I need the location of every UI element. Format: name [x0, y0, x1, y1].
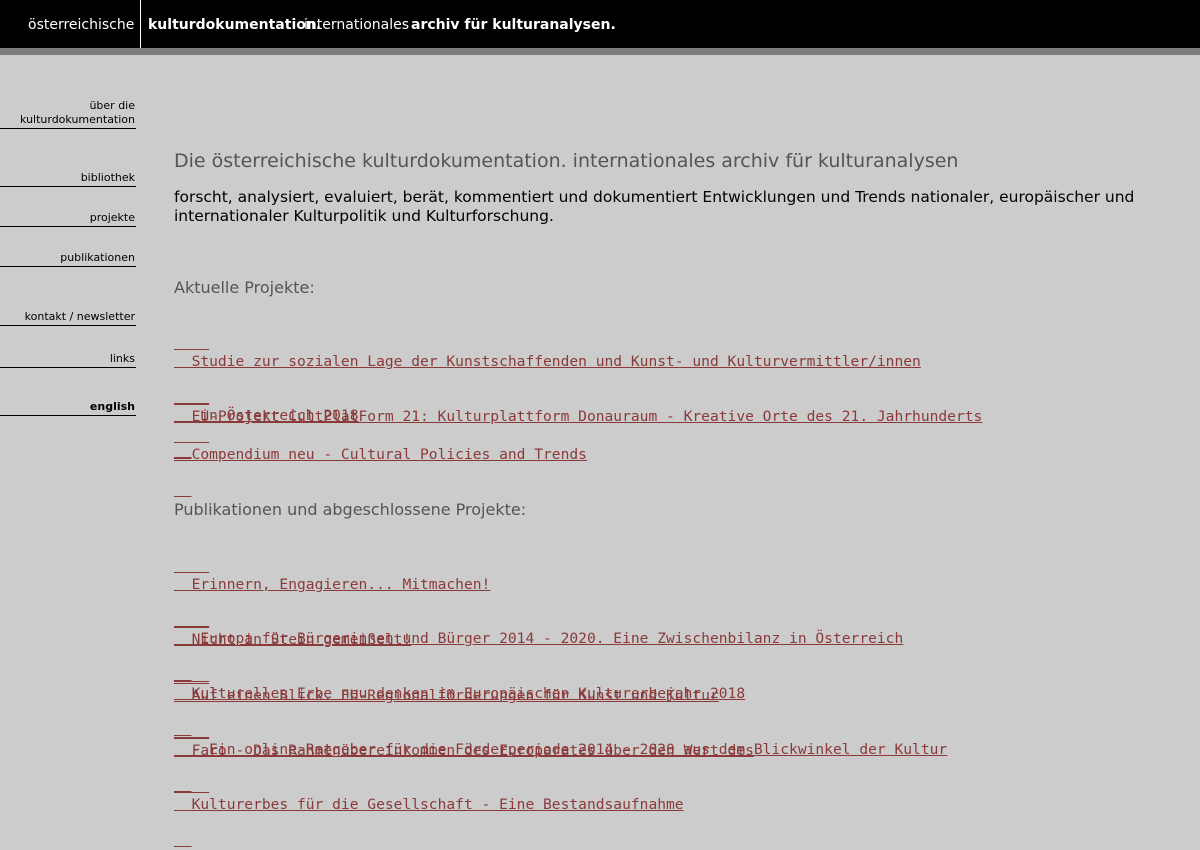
publication-link-faro-line2: Kulturerbes für die Gesellschaft - Eine …	[174, 796, 684, 813]
publication-link-faro[interactable]: Faro - Das Rahmenübereinkommen des Europ…	[174, 706, 754, 850]
publication-link-stein-line1: Nicht in Stein gemeißelt!	[174, 631, 412, 648]
nav-item-links[interactable]: links	[0, 352, 136, 368]
nav-links-label: links	[109, 352, 135, 365]
publication-link-faro-line1: Faro - Das Rahmenübereinkommen des Europ…	[174, 742, 754, 759]
current-projects-heading: Aktuelle Projekte:	[174, 278, 315, 297]
project-link-compendium[interactable]: Compendium neu - Cultural Policies and T…	[174, 410, 587, 500]
publication-link-erinnern-line1: Erinnern, Engagieren... Mitmachen!	[174, 576, 491, 593]
nav-item-english[interactable]: english	[0, 400, 136, 416]
publication-link-blick-line1: Auf einen Blick. EU-Regionalförderungen …	[174, 687, 719, 704]
header-divider	[140, 0, 141, 48]
header-brand-part-4[interactable]: archiv für kulturanalysen.	[411, 16, 616, 34]
project-link-compendium-line1: Compendium neu - Cultural Policies and T…	[174, 446, 587, 463]
header-brand-part-2[interactable]: kulturdokumentation.	[148, 16, 321, 34]
nav-item-publications[interactable]: publikationen	[0, 251, 136, 267]
nav-publications-label: publikationen	[60, 251, 135, 264]
nav-library-label: bibliothek	[80, 171, 135, 184]
header-brand-part-1[interactable]: österreichische	[28, 16, 134, 34]
header-stripe	[0, 48, 1200, 55]
publications-heading: Publikationen und abgeschlossene Projekt…	[174, 500, 527, 519]
nav-about-line1: über die	[89, 99, 135, 112]
nav-about-line2: kulturdokumentation	[20, 113, 135, 126]
nav-contact-label: kontakt / newsletter	[24, 310, 135, 323]
project-link-study-line1: Studie zur sozialen Lage der Kunstschaff…	[174, 353, 921, 370]
nav-projects-label: projekte	[89, 211, 135, 224]
nav-item-library[interactable]: bibliothek	[0, 171, 136, 187]
site-header: österreichische kulturdokumentation. int…	[0, 0, 1200, 48]
page-title: Die österreichische kulturdokumentation.…	[174, 150, 959, 172]
nav-item-contact[interactable]: kontakt / newsletter	[0, 310, 136, 326]
header-brand-part-3[interactable]: internationales	[304, 16, 409, 34]
nav-item-projects[interactable]: projekte	[0, 211, 136, 227]
nav-english-label: english	[89, 400, 135, 413]
intro-text: forscht, analysiert, evaluiert, berät, k…	[174, 188, 1135, 225]
nav-item-about[interactable]: über die kulturdokumentation	[0, 99, 136, 129]
